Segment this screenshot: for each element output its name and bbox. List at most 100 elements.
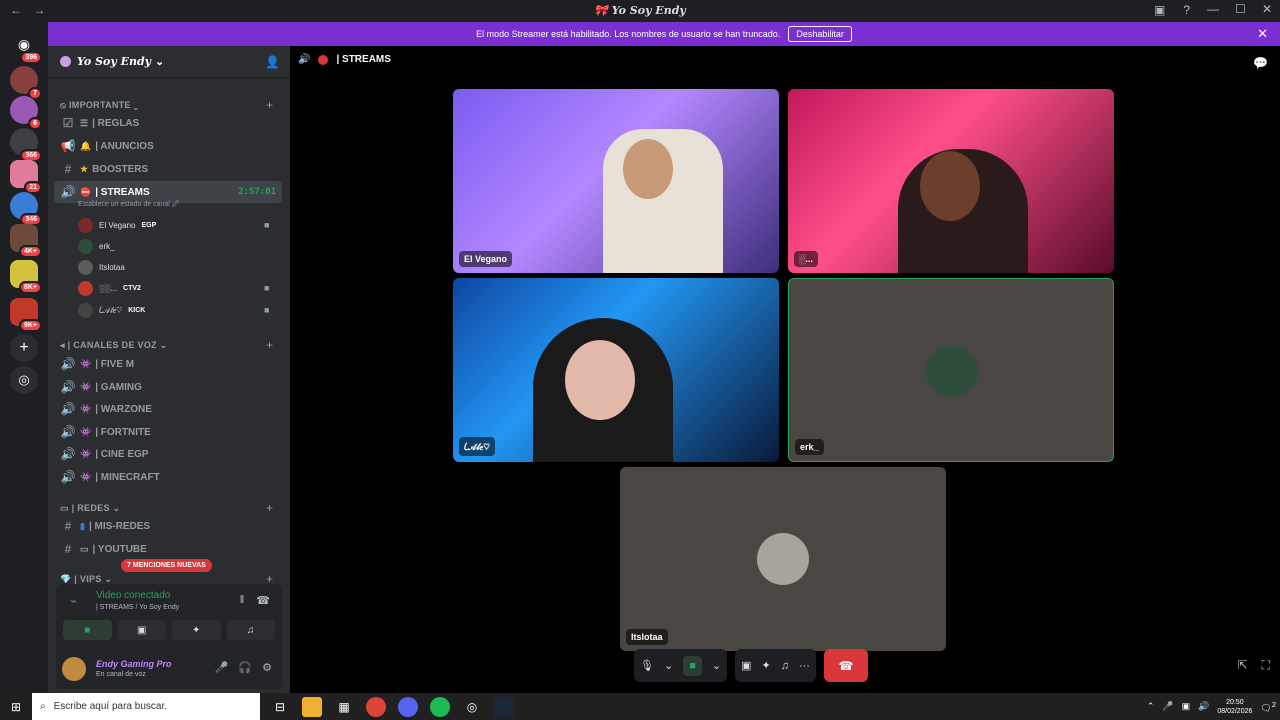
chrome-icon[interactable]	[366, 696, 386, 717]
add-channel-icon[interactable]: +	[266, 98, 273, 112]
discord-home-icon[interactable]: ◉ 396	[10, 30, 42, 64]
microphone-icon[interactable]: 🎙	[640, 659, 654, 672]
search-input[interactable]: ⌕ Escribe aquí para buscar.	[32, 693, 260, 720]
voice-channel-path[interactable]: | STREAMS / Yo Soy Endy	[96, 604, 179, 611]
channel-status[interactable]: Establece un estado de canal 🖉	[78, 200, 179, 211]
clock[interactable]: 20:50 08/02/2026	[1217, 698, 1252, 716]
camera-button[interactable]: ■	[63, 620, 112, 640]
microphone-icon[interactable]: 🎤	[215, 661, 229, 674]
category-voz[interactable]: ◂ | CANALES DE VOZ ⌄ +	[60, 338, 273, 352]
chevron-down-icon[interactable]: ⌄	[664, 659, 673, 672]
voice-user[interactable]: Itslotaa	[78, 257, 125, 277]
notifications-icon[interactable]: 🗨2	[1260, 700, 1276, 714]
server-folder[interactable]: 4K+	[10, 224, 42, 258]
channel-minecraft[interactable]: 🔊 👾 | MINECRAFT	[54, 466, 282, 488]
video-tile[interactable]: erk_	[788, 278, 1114, 462]
close-icon[interactable]: ✕	[1257, 26, 1268, 42]
server-folder[interactable]: 9K+	[10, 298, 42, 332]
voice-user[interactable]: 𐑖𝒜𝓁𝑒♡ KICK ■	[78, 300, 269, 320]
chat-icon[interactable]: 💬	[1253, 56, 1268, 70]
close-button[interactable]: ✕	[1262, 2, 1272, 16]
channel-misredes[interactable]: # ▮ | MIS-REDES	[54, 515, 282, 537]
headphones-icon[interactable]: 🎧	[238, 661, 252, 674]
store-icon[interactable]: ▦	[334, 697, 354, 717]
popout-icon[interactable]: ⇱	[1238, 658, 1248, 673]
more-icon[interactable]: ···	[799, 660, 810, 672]
minimize-button[interactable]: —	[1207, 2, 1219, 16]
channel-fivem[interactable]: 🔊 👾 | FIVE M	[54, 353, 282, 375]
channel-reglas[interactable]: ☑ ☰ | REGLAS	[54, 112, 282, 134]
noise-suppression-icon[interactable]: ‖	[240, 594, 245, 607]
voice-user[interactable]: El Vegano EGP ■	[78, 215, 269, 235]
channel-warzone[interactable]: 🔊 👾 | WARZONE	[54, 398, 282, 420]
server-header[interactable]: Yo Soy Endy ⌄ 👤	[48, 46, 290, 78]
video-tile[interactable]: 𐑖𝒜𝓁𝑒♡	[453, 278, 779, 462]
hangup-button[interactable]: ☎	[823, 649, 868, 682]
add-server-icon[interactable]: +	[10, 334, 38, 362]
user-name: erk_	[99, 241, 115, 251]
voice-connection-panel: ⌁ Video conectado | STREAMS / Yo Soy End…	[56, 584, 282, 649]
spotify-icon[interactable]	[430, 696, 450, 717]
screen-share-icon[interactable]: ▣	[741, 659, 751, 672]
discord-icon[interactable]	[398, 696, 418, 717]
screen-share-button[interactable]: ▣	[117, 620, 166, 640]
discover-icon[interactable]: ◎	[10, 366, 38, 394]
activities-icon[interactable]: ✦	[761, 659, 770, 672]
channel-cine[interactable]: 🔊 👾 | CINE EGP	[54, 443, 282, 465]
new-mentions-pill[interactable]: 7 MENCIONES NUEVAS	[121, 559, 212, 572]
avatar[interactable]	[62, 657, 86, 681]
inbox-icon[interactable]: ▣	[1154, 3, 1165, 17]
microphone-icon[interactable]: 🎤	[1162, 701, 1173, 712]
camera-icon[interactable]: ■	[683, 655, 702, 676]
disable-button[interactable]: Deshabilitar	[788, 26, 852, 42]
channel-fortnite[interactable]: 🔊 👾 | FORTNITE	[54, 421, 282, 443]
speaker-icon: 🔊	[60, 380, 76, 394]
category-importante[interactable]: ⦸ IMPORTANTE ⌄ +	[60, 98, 273, 112]
server-icon[interactable]: 7	[10, 66, 42, 100]
soundboard-icon[interactable]: ♫	[781, 660, 789, 672]
user-name[interactable]: Endy Gaming Pro	[96, 659, 172, 669]
video-tile[interactable]: El Vegano	[453, 89, 779, 273]
voice-user[interactable]: erk_	[78, 236, 115, 256]
voice-status[interactable]: Video conectado	[96, 590, 170, 601]
hash-icon: #	[64, 162, 72, 176]
windows-start-icon[interactable]: ⊞	[0, 700, 32, 714]
maximize-button[interactable]: ☐	[1235, 2, 1246, 16]
channel-youtube[interactable]: # ▭ | YOUTUBE	[54, 538, 282, 560]
server-folder[interactable]: 8K+	[10, 260, 42, 294]
app-icon[interactable]: ◎	[462, 697, 482, 717]
camera-icon: ■	[264, 305, 270, 315]
server-icon	[60, 56, 71, 67]
activities-button[interactable]: ✦	[172, 620, 221, 640]
file-explorer-icon[interactable]	[302, 696, 322, 717]
fullscreen-icon[interactable]: ⛶	[1262, 658, 1270, 673]
server-icon[interactable]: 21	[10, 160, 42, 194]
video-tile[interactable]: ░...	[788, 89, 1114, 273]
channel-label: | REGLAS	[92, 117, 140, 129]
chevron-up-icon[interactable]: ⌃	[1147, 701, 1155, 712]
speaker-icon: 🔊	[60, 470, 76, 484]
chevron-down-icon[interactable]: ⌄	[712, 659, 721, 672]
steam-icon[interactable]	[494, 696, 514, 717]
volume-icon[interactable]: 🔊	[1198, 701, 1209, 712]
task-view-icon[interactable]: ⊟	[270, 697, 290, 717]
network-icon[interactable]: ▣	[1182, 701, 1191, 712]
disconnect-icon[interactable]: ☎	[256, 594, 270, 607]
channel-boosters[interactable]: # ★ BOOSTERS	[54, 158, 282, 180]
voice-user[interactable]: ░░... CTV2 ■	[78, 278, 269, 298]
soundboard-button[interactable]: ♫	[226, 620, 275, 640]
help-icon[interactable]: ?	[1183, 3, 1190, 17]
server-icon[interactable]: 366	[10, 128, 42, 162]
avatar	[78, 217, 93, 233]
channel-gaming[interactable]: 🔊 👾 | GAMING	[54, 376, 282, 398]
add-channel-icon[interactable]: +	[266, 338, 273, 352]
add-channel-icon[interactable]: +	[266, 501, 273, 515]
server-icon[interactable]: 6	[10, 96, 42, 130]
add-member-icon[interactable]: 👤	[265, 55, 280, 69]
server-icon[interactable]: 346	[10, 192, 42, 226]
signal-icon[interactable]: ⌁	[70, 594, 77, 608]
settings-icon[interactable]: ⚙	[262, 661, 272, 674]
channel-anuncios[interactable]: 📢 🔔 | ANUNCIOS	[54, 135, 282, 157]
category-redes[interactable]: ▭ | REDES ⌄ +	[60, 501, 273, 515]
video-tile[interactable]: Itslotaa	[620, 467, 946, 651]
